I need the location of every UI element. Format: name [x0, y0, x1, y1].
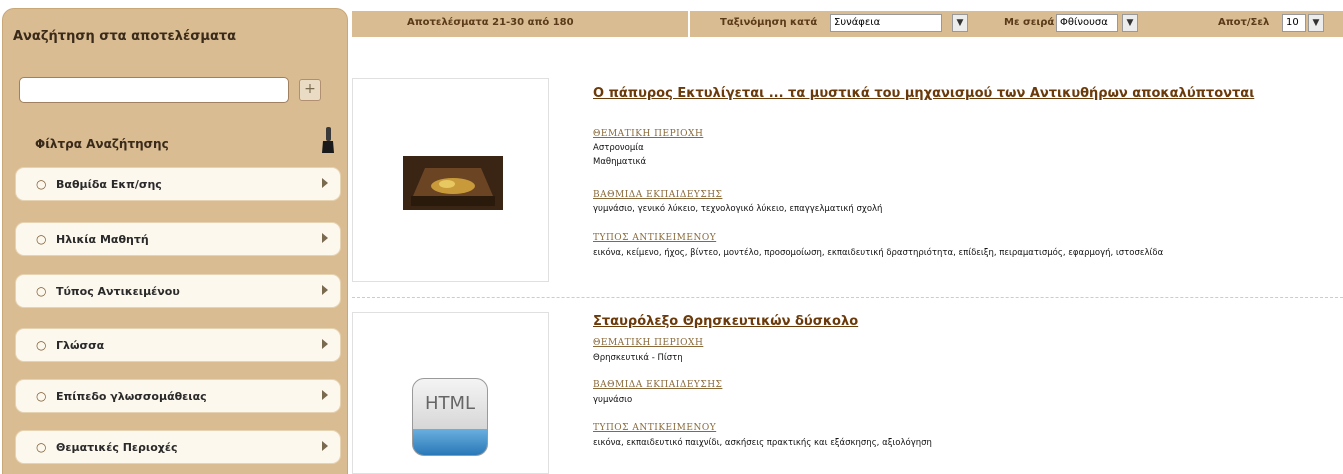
expand-arrow-icon	[322, 178, 328, 188]
filter-item-object-type[interactable]: ○ Τύπος Αντικειμένου	[15, 274, 341, 308]
filter-label: Θεματικές Περιοχές	[56, 441, 178, 454]
toolbar-divider	[688, 11, 690, 37]
order-label: Με σειρά	[1004, 17, 1055, 28]
section-value: Θρησκευτικά - Πίστη	[593, 353, 683, 363]
result-thumbnail-frame[interactable]	[352, 78, 549, 282]
bullet-icon: ○	[36, 177, 47, 191]
html-icon-band	[413, 429, 487, 455]
filter-item-language-level[interactable]: ○ Επίπεδο γλωσσομάθειας	[15, 379, 341, 413]
result-title-link[interactable]: Ο πάπυρος Εκτυλίγεται ... τα μυστικά του…	[593, 85, 1293, 103]
per-page-select[interactable]: 10	[1282, 14, 1306, 32]
chevron-down-icon[interactable]: ▼	[1308, 14, 1324, 32]
section-label: ΤΥΠΟΣ ΑΝΤΙΚΕΙΜΕΝΟΥ	[593, 233, 717, 243]
sort-label: Ταξινόμηση κατά	[720, 17, 818, 28]
expand-arrow-icon	[322, 339, 328, 349]
chevron-down-icon[interactable]: ▼	[1122, 14, 1138, 32]
expand-arrow-icon	[322, 390, 328, 400]
filters-title: Φίλτρα Αναζήτησης	[35, 137, 169, 151]
filter-label: Γλώσσα	[56, 339, 105, 352]
per-page-label: Αποτ/Σελ	[1218, 17, 1270, 28]
section-value: Αστρονομία Μαθηματικά	[593, 143, 647, 167]
filter-item-language[interactable]: ○ Γλώσσα	[15, 328, 341, 362]
sidebar-title: Αναζήτηση στα αποτελέσματα	[13, 29, 237, 44]
section-value: γυμνάσιο, γενικό λύκειο, τεχνολογικό λύκ…	[593, 204, 883, 214]
section-label: ΒΑΘΜΙΔΑ ΕΚΠΑΙΔΕΥΣΗΣ	[593, 190, 723, 200]
bullet-icon: ○	[36, 389, 47, 403]
html-icon-label: HTML	[424, 393, 476, 414]
filter-label: Τύπος Αντικειμένου	[56, 285, 180, 298]
filter-item-student-age[interactable]: ○ Ηλικία Μαθητή	[15, 222, 341, 256]
section-value: εικόνα, κείμενο, ήχος, βίντεο, μοντέλο, …	[593, 248, 1164, 258]
section-label: ΒΑΘΜΙΔΑ ΕΚΠΑΙΔΕΥΣΗΣ	[593, 380, 723, 390]
filter-label: Ηλικία Μαθητή	[56, 233, 149, 246]
sort-select[interactable]: Συνάφεια	[830, 14, 942, 32]
section-value: εικόνα, εκπαιδευτικό παιχνίδι, ασκήσεις …	[593, 438, 932, 448]
order-select[interactable]: Φθίνουσα	[1056, 14, 1118, 32]
section-label: ΘΕΜΑΤΙΚΗ ΠΕΡΙΟΧΗ	[593, 129, 704, 139]
filter-item-education-level[interactable]: ○ Βαθμίδα Εκπ/σης	[15, 167, 341, 201]
html-file-icon[interactable]: HTML	[412, 378, 488, 456]
filter-label: Επίπεδο γλωσσομάθειας	[56, 390, 207, 403]
refine-search-input[interactable]	[19, 77, 289, 103]
results-divider	[352, 297, 1343, 298]
result-title-link[interactable]: Σταυρόλεξο Θρησκευτικών δύσκολο	[593, 313, 1293, 331]
bullet-icon: ○	[36, 284, 47, 298]
section-label: ΤΥΠΟΣ ΑΝΤΙΚΕΙΜΕΝΟΥ	[593, 423, 717, 433]
bullet-icon: ○	[36, 232, 47, 246]
results-toolbar: Αποτελέσματα 21-30 από 180 Ταξινόμηση κα…	[352, 11, 1343, 37]
expand-arrow-icon	[322, 285, 328, 295]
bullet-icon: ○	[36, 338, 47, 352]
bullet-icon: ○	[36, 440, 47, 454]
antikythera-mechanism-image[interactable]	[403, 156, 503, 210]
plus-icon[interactable]: +	[299, 79, 321, 101]
expand-arrow-icon	[322, 441, 328, 451]
results-count: Αποτελέσματα 21-30 από 180	[407, 17, 574, 28]
brush-icon[interactable]	[321, 127, 335, 155]
chevron-down-icon[interactable]: ▼	[952, 14, 968, 32]
filter-item-subject-areas[interactable]: ○ Θεματικές Περιοχές	[15, 430, 341, 464]
expand-arrow-icon	[322, 233, 328, 243]
search-sidebar: Αναζήτηση στα αποτελέσματα + Φίλτρα Αναζ…	[2, 8, 348, 474]
filter-label: Βαθμίδα Εκπ/σης	[56, 178, 162, 191]
section-label: ΘΕΜΑΤΙΚΗ ΠΕΡΙΟΧΗ	[593, 338, 704, 348]
section-value: γυμνάσιο	[593, 395, 633, 405]
